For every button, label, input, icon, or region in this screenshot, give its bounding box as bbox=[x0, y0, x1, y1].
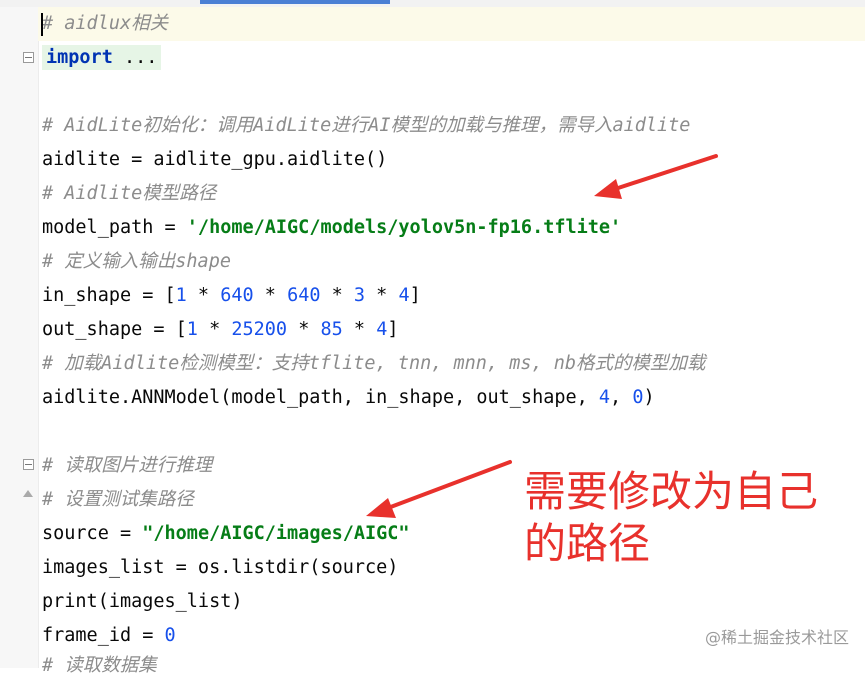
arrow-to-model-path bbox=[594, 154, 718, 199]
annotation-note-line-1: 需要修改为自己 bbox=[524, 467, 819, 516]
arrow-to-source-path bbox=[366, 460, 512, 518]
annotation-note: 需要修改为自己 的路径 bbox=[524, 466, 854, 570]
watermark: @稀土掘金技术社区 bbox=[704, 628, 849, 647]
annotation-note-line-2: 的路径 bbox=[524, 519, 651, 568]
